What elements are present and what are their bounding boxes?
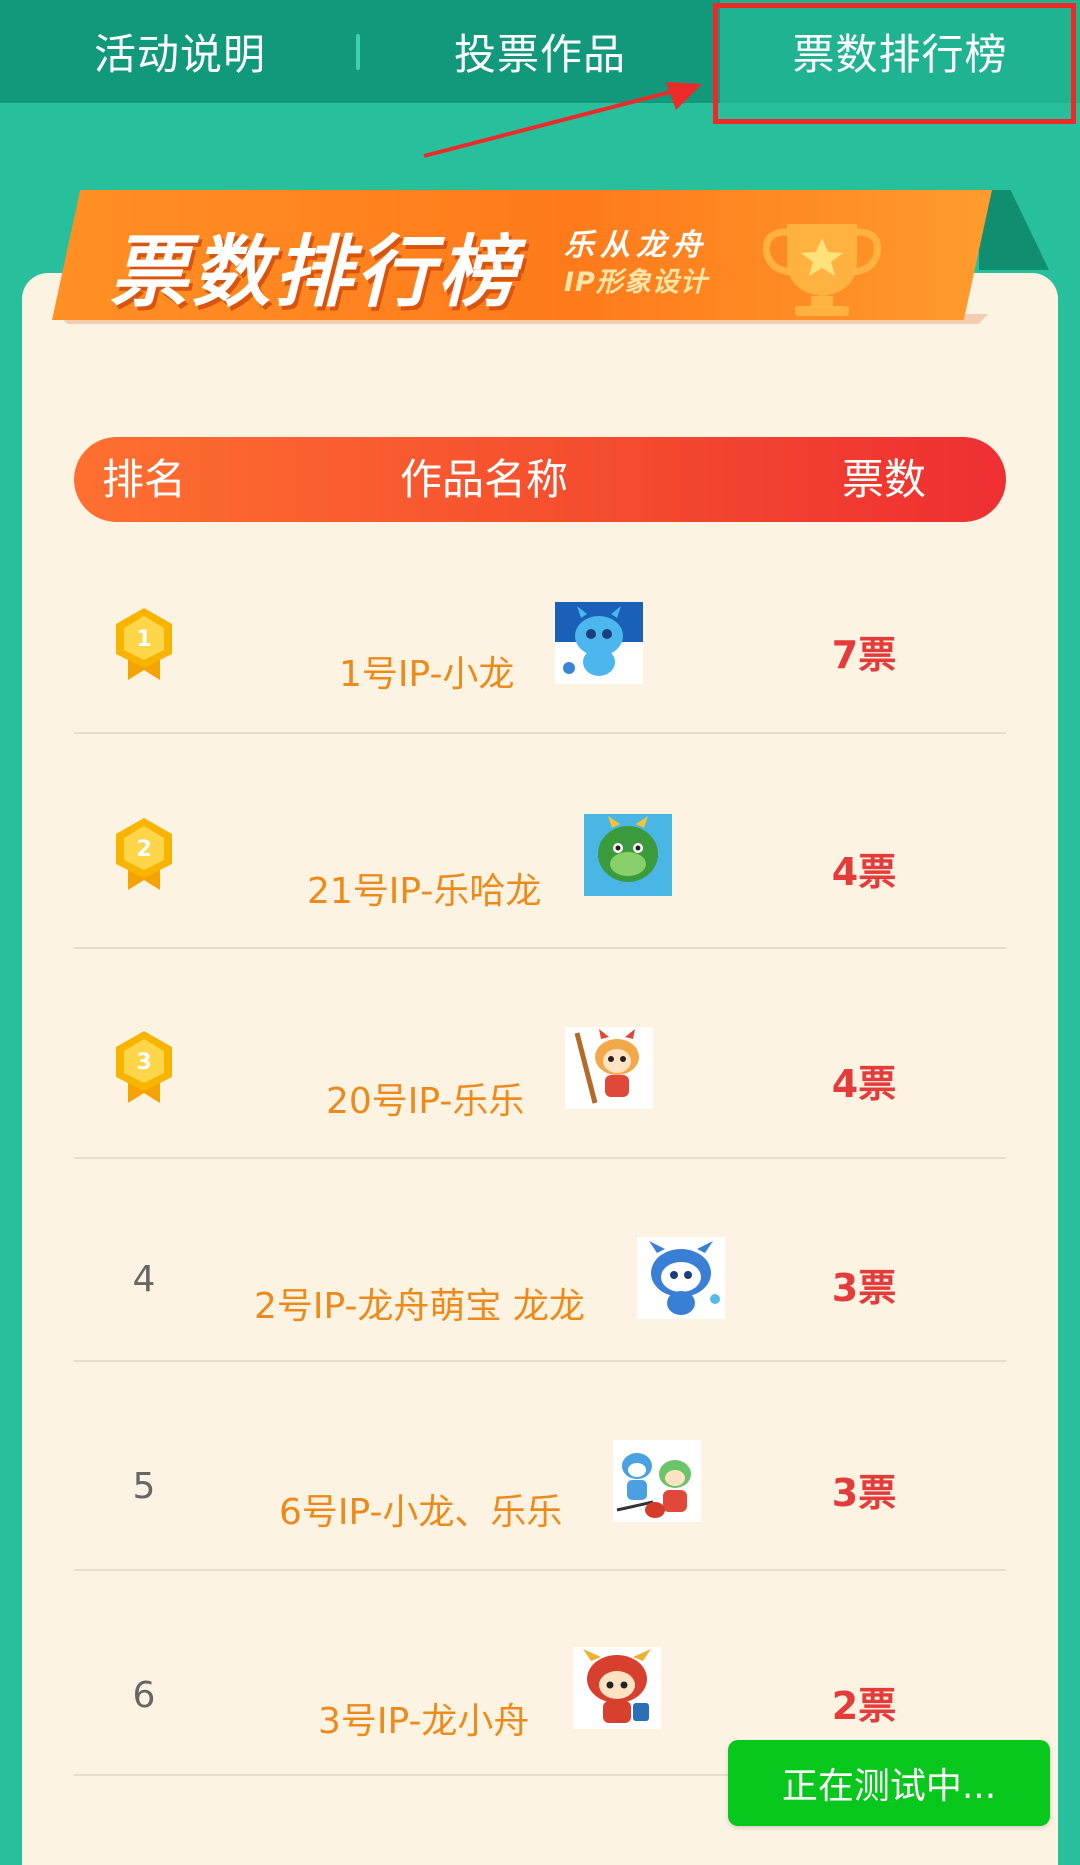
blue-dragon-image-icon — [555, 602, 643, 684]
vote-count: 4票 — [831, 850, 897, 894]
red-helmet-dragon-image-icon — [573, 1647, 661, 1729]
work-thumbnail[interactable] — [584, 814, 672, 896]
red-dragon-paddle-image-icon — [565, 1027, 653, 1109]
vote-count: 7票 — [831, 633, 897, 677]
work-thumbnail[interactable] — [573, 1647, 661, 1729]
banner-subtitle-1: 乐从龙舟 — [564, 228, 708, 263]
vote-count: 3票 — [831, 1266, 897, 1310]
medal-rank-2: 2 — [136, 837, 151, 862]
work-thumbnail[interactable] — [637, 1237, 725, 1319]
work-thumbnail[interactable] — [613, 1440, 701, 1522]
banner-ribbon-fold — [979, 190, 1049, 270]
table-row[interactable]: 4 2号IP-龙舟萌宝 龙龙 3票 — [74, 1159, 1006, 1362]
testing-status-label: 正在测试中... — [781, 1766, 997, 1807]
vote-count: 2票 — [831, 1684, 897, 1728]
tab-label: 活动说明 — [93, 30, 266, 79]
header-rank: 排名 — [102, 455, 187, 504]
tab-label: 投票作品 — [453, 30, 626, 79]
work-name: 21号IP-乐哈龙 — [307, 871, 542, 912]
blue-white-dragon-image-icon — [637, 1237, 725, 1319]
banner-title: 票数排行榜 — [110, 228, 521, 318]
ranking-banner: 票数排行榜 乐从龙舟 IP形象设计 — [52, 190, 1049, 330]
vote-count: 4票 — [831, 1062, 897, 1106]
banner-subtitle-2: IP形象设计 — [564, 267, 708, 298]
work-name: 1号IP-小龙 — [339, 654, 515, 695]
bronze-rank-medal-icon: 3 — [116, 1031, 172, 1103]
rank-number: 6 — [132, 1675, 156, 1716]
work-name: 20号IP-乐乐 — [326, 1081, 525, 1122]
ranking-table-header: 排名 作品名称 票数 — [74, 437, 1006, 522]
rank-number: 4 — [132, 1259, 156, 1300]
work-thumbnail[interactable] — [555, 602, 643, 684]
green-dragon-image-icon — [584, 814, 672, 896]
gold-medal-icon: 1 — [116, 608, 172, 680]
annotation-highlight-box — [713, 3, 1076, 124]
work-name: 2号IP-龙舟萌宝 龙龙 — [254, 1286, 585, 1327]
header-work-name: 作品名称 — [400, 455, 569, 504]
table-row[interactable]: 1 1号IP-小龙 7票 — [74, 522, 1006, 734]
vote-count: 3票 — [831, 1471, 897, 1515]
work-thumbnail[interactable] — [565, 1027, 653, 1109]
table-row[interactable]: 2 21号IP-乐哈龙 4票 — [74, 734, 1006, 949]
work-name: 6号IP-小龙、乐乐 — [279, 1492, 563, 1533]
table-row[interactable]: 5 6号IP-小龙、乐乐 3票 — [74, 1362, 1006, 1571]
medal-rank-3: 3 — [136, 1050, 151, 1075]
tab-activity-description[interactable]: 活动说明 — [0, 0, 360, 103]
trophy-icon — [762, 224, 882, 316]
header-votes: 票数 — [842, 455, 927, 504]
two-dragons-image-icon — [613, 1440, 701, 1522]
rank-number: 5 — [132, 1466, 156, 1507]
work-name: 3号IP-龙小舟 — [318, 1701, 530, 1742]
silver-rank-medal-icon: 2 — [116, 818, 172, 890]
table-row[interactable]: 3 20号IP-乐乐 4票 — [74, 949, 1006, 1159]
medal-rank-1: 1 — [136, 627, 151, 652]
annotation-arrow-icon — [423, 82, 702, 158]
testing-status-button[interactable]: 正在测试中... — [728, 1740, 1050, 1826]
